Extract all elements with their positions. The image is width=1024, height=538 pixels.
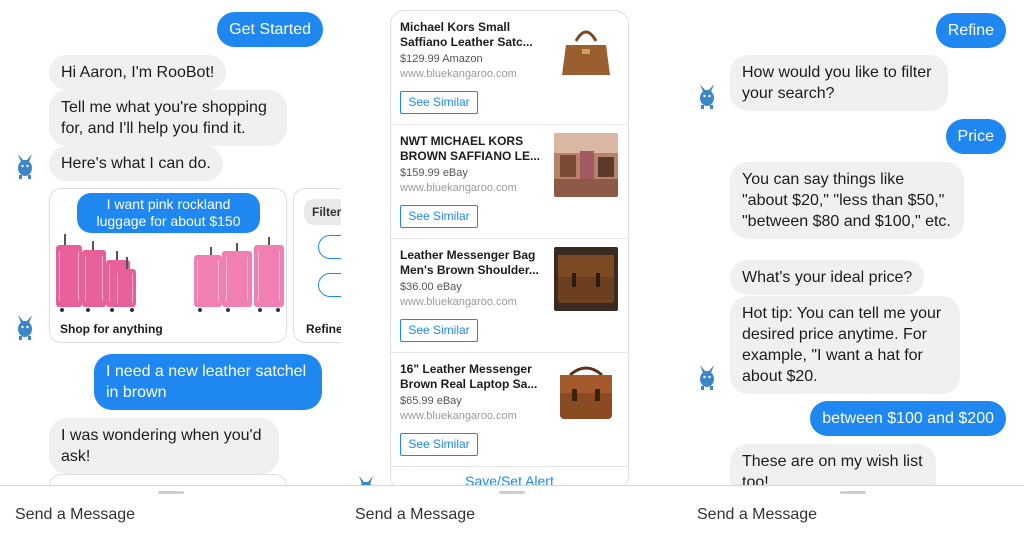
carousel-card-refine[interactable]: Filter Refine (293, 188, 341, 343)
refine-message: Refine (935, 13, 1006, 48)
product-source: www.bluekangaroo.com (400, 68, 517, 80)
product-price: $129.99 Amazon (400, 53, 483, 65)
see-similar-button[interactable]: See Similar (400, 91, 478, 114)
store-display-photo-icon[interactable] (554, 133, 618, 197)
chat-panel-3: Refine How would you like to filter your… (682, 0, 1024, 538)
product-title[interactable]: NWT MICHAEL KORS BROWN SAFFIANO LE... (400, 134, 550, 164)
get-started-message: Get Started (217, 12, 323, 47)
bot-ideal-price-bubble: What's your ideal price? (730, 260, 925, 295)
see-similar-button[interactable]: See Similar (400, 319, 478, 342)
see-similar-button[interactable]: See Similar (400, 433, 478, 456)
composer-bar: Send a Message (341, 485, 682, 538)
messenger-bag-icon[interactable] (554, 247, 618, 311)
example-query-chip[interactable]: I want pink rockland luggage for about $… (77, 193, 260, 233)
product-item[interactable]: Michael Kors Small Saffiano Leather Satc… (391, 11, 628, 125)
product-item[interactable]: 16" Leather Messenger Brown Real Laptop … (391, 353, 628, 467)
roobot-avatar-icon (18, 315, 32, 340)
chat-panel-2: Michael Kors Small Saffiano Leather Satc… (341, 0, 682, 538)
roobot-avatar-icon (18, 154, 32, 179)
message-input[interactable]: Send a Message (697, 506, 817, 524)
product-title[interactable]: Leather Messenger Bag Men's Brown Should… (400, 248, 550, 278)
product-item[interactable]: NWT MICHAEL KORS BROWN SAFFIANO LE... $1… (391, 125, 628, 239)
bot-greeting-bubble: Hi Aaron, I'm RooBot! (49, 55, 227, 90)
product-price: $36.00 eBay (400, 281, 462, 293)
user-satchel-message: I need a new leather satchel in brown (94, 354, 322, 410)
roobot-avatar-icon (700, 84, 714, 109)
product-source: www.bluekangaroo.com (400, 410, 517, 422)
product-price: $159.99 eBay (400, 167, 468, 179)
brown-handbag-icon[interactable] (554, 19, 618, 83)
product-price: $65.99 eBay (400, 395, 462, 407)
laptop-bag-icon[interactable] (554, 361, 618, 425)
bot-wondering-bubble: I was wondering when you'd ask! (49, 418, 279, 474)
chat-panel-1: Get Started Hi Aaron, I'm RooBot! Tell m… (0, 0, 341, 538)
filter-chip: Filter (304, 199, 341, 225)
carousel-card-shop[interactable]: I want pink rockland luggage for about $… (49, 188, 287, 343)
composer-bar: Send a Message (682, 485, 1024, 538)
product-item[interactable]: Leather Messenger Bag Men's Brown Should… (391, 239, 628, 353)
product-results-list: Michael Kors Small Saffiano Leather Satc… (390, 10, 629, 490)
price-message: Price (945, 119, 1006, 154)
bot-you-can-say-bubble: You can say things like "about $20," "le… (730, 162, 964, 239)
composer-bar: Send a Message (0, 485, 341, 538)
bot-tell-me-bubble: Tell me what you're shopping for, and I'… (49, 90, 287, 146)
price-range-message: between $100 and $200 (810, 401, 1006, 436)
bot-heres-what-bubble: Here's what I can do. (49, 146, 223, 181)
drawer-handle[interactable] (840, 491, 866, 494)
product-title[interactable]: Michael Kors Small Saffiano Leather Satc… (400, 20, 550, 50)
drawer-handle[interactable] (157, 491, 184, 494)
product-source: www.bluekangaroo.com (400, 182, 517, 194)
message-input[interactable]: Send a Message (355, 506, 475, 524)
bot-filter-question-bubble: How would you like to filter your search… (730, 55, 948, 111)
see-similar-button[interactable]: See Similar (400, 205, 478, 228)
roobot-avatar-icon (700, 365, 714, 390)
product-source: www.bluekangaroo.com (400, 296, 517, 308)
bot-hot-tip-bubble: Hot tip: You can tell me your desired pr… (730, 296, 960, 394)
card-title-shop: Shop for anything (60, 322, 163, 336)
message-input[interactable]: Send a Message (15, 506, 135, 524)
option-pill-1[interactable] (318, 235, 341, 259)
card-title-refine: Refine (306, 322, 341, 336)
product-title[interactable]: 16" Leather Messenger Brown Real Laptop … (400, 362, 550, 392)
drawer-handle[interactable] (498, 491, 525, 494)
option-pill-2[interactable] (318, 273, 341, 297)
